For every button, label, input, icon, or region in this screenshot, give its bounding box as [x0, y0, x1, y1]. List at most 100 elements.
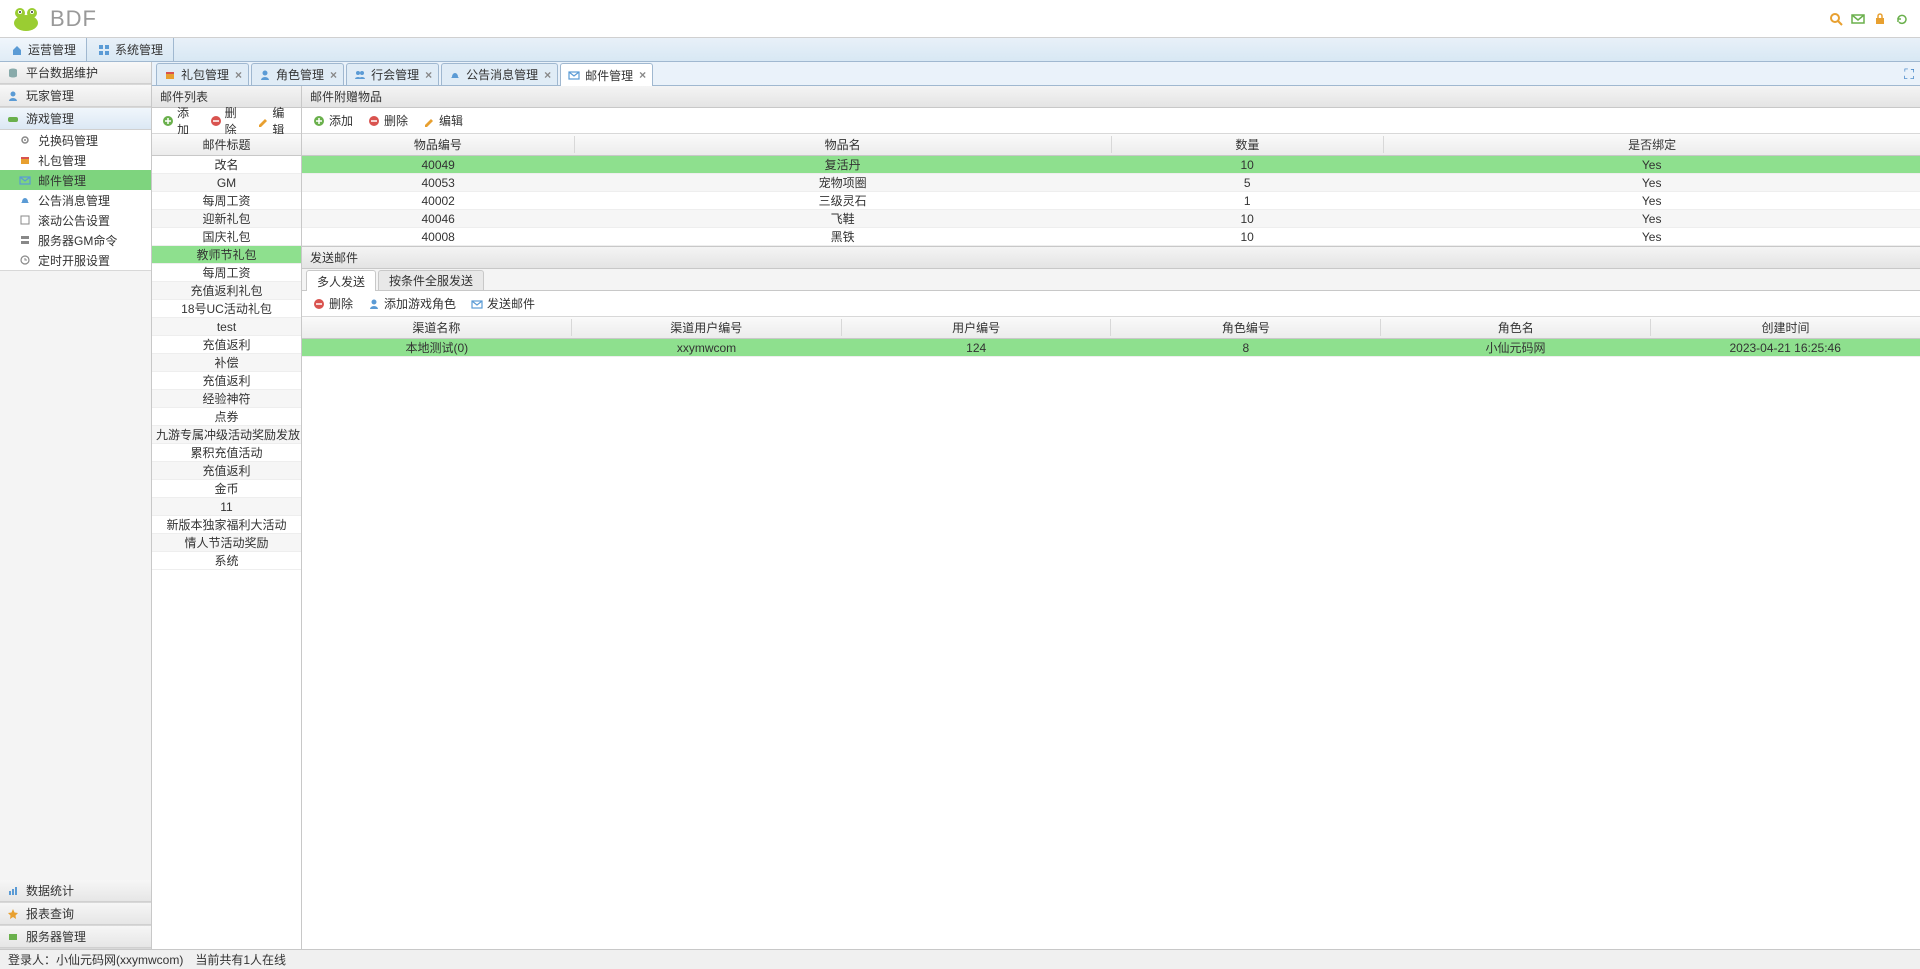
mail-list-row[interactable]: 改名: [152, 156, 301, 174]
search-icon[interactable]: [1828, 11, 1844, 27]
edit-button-label: 编辑: [272, 104, 291, 138]
sidebar-item[interactable]: 兑换码管理: [0, 130, 151, 150]
mail-title-cell: 系统: [152, 552, 301, 569]
delete-button[interactable]: 删除: [361, 110, 414, 131]
sidebar-item[interactable]: 公告消息管理: [0, 190, 151, 210]
sidebar-item[interactable]: 礼包管理: [0, 150, 151, 170]
send-row[interactable]: 本地测试(0)xxymwcom1248小仙元码网2023-04-21 16:25…: [302, 339, 1920, 357]
mail-title-cell: 国庆礼包: [152, 228, 301, 245]
items-header-cell: 数量: [1112, 136, 1385, 153]
mail-list-row[interactable]: 系统: [152, 552, 301, 570]
items-row[interactable]: 40053宠物项圈5Yes: [302, 174, 1920, 192]
sidebar-panel-header[interactable]: 数据统计: [0, 880, 151, 902]
mail-list-row[interactable]: GM: [152, 174, 301, 192]
mail-list-row[interactable]: 18号UC活动礼包: [152, 300, 301, 318]
content-tab[interactable]: 礼包管理×: [156, 63, 249, 85]
add-button[interactable]: 添加: [306, 110, 359, 131]
close-icon[interactable]: ×: [330, 68, 337, 82]
items-cell: Yes: [1383, 194, 1920, 208]
app-logo: [10, 5, 42, 33]
close-icon[interactable]: ×: [425, 68, 432, 82]
items-row[interactable]: 40049复活丹10Yes: [302, 156, 1920, 174]
sidebar-panel-header[interactable]: 平台数据维护: [0, 62, 151, 84]
items-row[interactable]: 40002三级灵石1Yes: [302, 192, 1920, 210]
send-header-cell: 渠道用户编号: [572, 319, 842, 336]
mail-list-row[interactable]: 教师节礼包: [152, 246, 301, 264]
items-row[interactable]: 40046飞鞋10Yes: [302, 210, 1920, 228]
close-icon[interactable]: ×: [639, 68, 646, 82]
mail-list-row[interactable]: 每周工资: [152, 264, 301, 282]
sidebar-panel-header[interactable]: 玩家管理: [0, 85, 151, 107]
mail-list-row[interactable]: 11: [152, 498, 301, 516]
send-cell: xxymwcom: [572, 341, 842, 355]
mail-title-cell: 18号UC活动礼包: [152, 300, 301, 317]
delete-button[interactable]: 删除: [306, 293, 359, 314]
sidebar: 平台数据维护玩家管理游戏管理兑换码管理礼包管理邮件管理公告消息管理滚动公告设置服…: [0, 62, 152, 949]
mail-list-row[interactable]: 充值返利: [152, 462, 301, 480]
mail-list-row[interactable]: 新版本独家福利大活动: [152, 516, 301, 534]
home-icon: [10, 43, 24, 57]
expand-icon[interactable]: ⛶: [1904, 66, 1914, 83]
content-tabs: 礼包管理×角色管理×行会管理×公告消息管理×邮件管理× ⛶: [152, 62, 1920, 86]
items-row[interactable]: 40008黑铁10Yes: [302, 228, 1920, 246]
items-cell: 40008: [302, 230, 574, 244]
mail-list-row[interactable]: 每周工资: [152, 192, 301, 210]
mail-list-row[interactable]: 国庆礼包: [152, 228, 301, 246]
send-subtab[interactable]: 多人发送: [306, 270, 376, 291]
status-bar: 登录人：小仙元码网(xxymwcom) 当前共有1人在线: [0, 949, 1920, 969]
mail-list-row[interactable]: 九游专属冲级活动奖励发放: [152, 426, 301, 444]
lock-icon[interactable]: [1872, 11, 1888, 27]
send-body: 本地测试(0)xxymwcom1248小仙元码网2023-04-21 16:25…: [302, 339, 1920, 357]
mail-list-row[interactable]: 补偿: [152, 354, 301, 372]
content-tab[interactable]: 角色管理×: [251, 63, 344, 85]
mail-list-row[interactable]: 充值返利: [152, 372, 301, 390]
close-icon[interactable]: ×: [235, 68, 242, 82]
sidebar-item[interactable]: 滚动公告设置: [0, 210, 151, 230]
send-subtab[interactable]: 按条件全服发送: [378, 270, 484, 290]
refresh-icon[interactable]: [1894, 11, 1910, 27]
add-role-button[interactable]: 添加游戏角色: [361, 293, 462, 314]
sidebar-item[interactable]: 定时开服设置: [0, 250, 151, 270]
login-user: 登录人：小仙元码网(xxymwcom): [8, 951, 183, 968]
mail-list-row[interactable]: 点券: [152, 408, 301, 426]
items-header-cell: 物品编号: [302, 136, 575, 153]
mail-icon[interactable]: [1850, 11, 1866, 27]
sidebar-panel-header[interactable]: 游戏管理: [0, 108, 151, 130]
mail-list-row[interactable]: test: [152, 318, 301, 336]
mail-list-row[interactable]: 充值返利礼包: [152, 282, 301, 300]
delete-button-label: 删除: [225, 104, 244, 138]
chart-icon: [6, 884, 20, 898]
db-icon: [6, 66, 20, 80]
send-title: 发送邮件: [302, 247, 1920, 269]
add-button-label: 添加: [177, 104, 196, 138]
items-cell: 复活丹: [574, 156, 1111, 173]
send-mail-button[interactable]: 发送邮件: [464, 293, 541, 314]
sidebar-panel-header[interactable]: 报表查询: [0, 903, 151, 925]
mail-list-row[interactable]: 情人节活动奖励: [152, 534, 301, 552]
mail-list-row[interactable]: 充值返利: [152, 336, 301, 354]
main-tab[interactable]: 系统管理: [87, 38, 174, 61]
items-toolbar: 添加 删除 编辑: [302, 108, 1920, 134]
sidebar-item-label: 滚动公告设置: [38, 212, 110, 229]
main-tab[interactable]: 运营管理: [0, 38, 87, 61]
sidebar-item[interactable]: 邮件管理: [0, 170, 151, 190]
items-cell: 5: [1111, 176, 1383, 190]
mail-list-row[interactable]: 累积充值活动: [152, 444, 301, 462]
send-cell: 8: [1111, 341, 1381, 355]
sidebar-item[interactable]: 服务器GM命令: [0, 230, 151, 250]
sidebar-panel-header[interactable]: 服务器管理: [0, 926, 151, 948]
sidebar-item-label: 定时开服设置: [38, 252, 110, 269]
edit-button-label: 编辑: [439, 112, 463, 129]
content-tab[interactable]: 行会管理×: [346, 63, 439, 85]
content-tab[interactable]: 邮件管理×: [560, 63, 653, 86]
mail-list-row[interactable]: 金币: [152, 480, 301, 498]
group-icon: [353, 68, 367, 82]
mail-title-cell: GM: [152, 176, 301, 190]
content-tab[interactable]: 公告消息管理×: [441, 63, 558, 85]
mail-list-row[interactable]: 经验神符: [152, 390, 301, 408]
close-icon[interactable]: ×: [544, 68, 551, 82]
edit-button[interactable]: 编辑: [416, 110, 469, 131]
mail-title-cell: 经验神符: [152, 390, 301, 407]
mail-title-cell: 充值返利: [152, 462, 301, 479]
mail-list-row[interactable]: 迎新礼包: [152, 210, 301, 228]
